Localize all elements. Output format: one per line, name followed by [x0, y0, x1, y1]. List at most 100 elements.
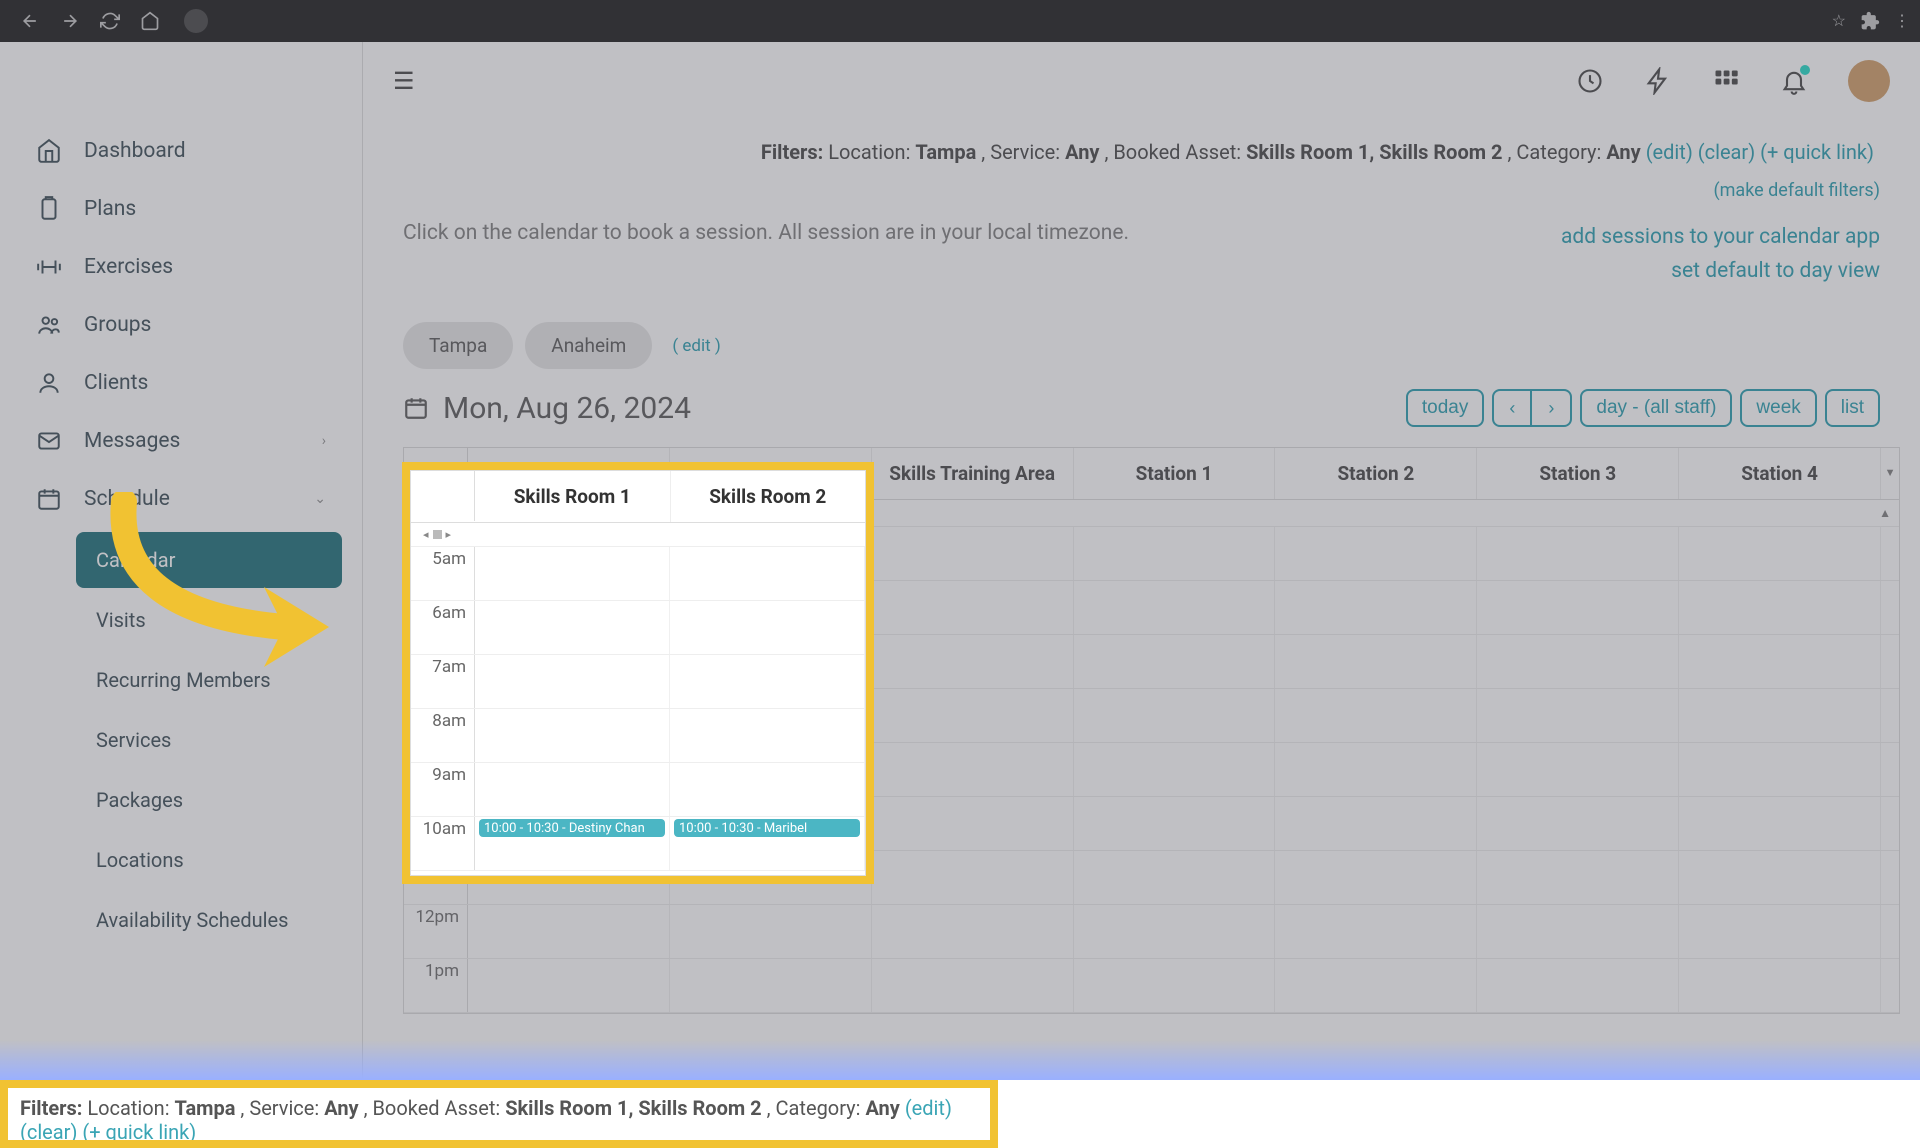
- calendar-cell[interactable]: [1275, 581, 1477, 634]
- make-default-link[interactable]: (make default filters): [363, 174, 1920, 207]
- sidebar-item-plans[interactable]: Plans: [0, 180, 362, 238]
- calendar-cell[interactable]: [1477, 635, 1679, 688]
- calendar-cell[interactable]: [1477, 959, 1679, 1012]
- filters-edit-link[interactable]: (edit): [1646, 140, 1693, 164]
- calendar-cell[interactable]: [1074, 743, 1276, 796]
- sidebar-sub-recurring[interactable]: Recurring Members: [76, 652, 342, 708]
- calendar-cell[interactable]: [1679, 689, 1881, 742]
- calendar-cell[interactable]: [1074, 905, 1276, 958]
- sidebar-item-exercises[interactable]: Exercises: [0, 238, 362, 296]
- sidebar-item-groups[interactable]: Groups: [0, 296, 362, 354]
- sidebar-sub-visits[interactable]: Visits: [76, 592, 342, 648]
- sidebar-sub-locations[interactable]: Locations: [76, 832, 342, 888]
- calendar-cell[interactable]: [1074, 689, 1276, 742]
- calendar-cell[interactable]: [1074, 635, 1276, 688]
- location-tab-tampa[interactable]: Tampa: [403, 322, 513, 369]
- sidebar-sub-services[interactable]: Services: [76, 712, 342, 768]
- filters-edit-link-hl[interactable]: (edit): [905, 1096, 952, 1120]
- calendar-cell[interactable]: [1275, 743, 1477, 796]
- calendar-cell[interactable]: [1074, 959, 1276, 1012]
- reload-icon[interactable]: [100, 11, 120, 31]
- calendar-cell[interactable]: [872, 743, 1074, 796]
- scroll-up-icon[interactable]: ▲: [1879, 506, 1891, 520]
- filters-quick-link-hl[interactable]: (+ quick link): [82, 1120, 196, 1144]
- calendar-cell[interactable]: [872, 581, 1074, 634]
- calendar-row[interactable]: 1pm: [404, 959, 1899, 1013]
- calendar-row[interactable]: 12pm: [404, 905, 1899, 959]
- clock-icon[interactable]: [1576, 67, 1604, 95]
- calendar-cell[interactable]: [670, 905, 872, 958]
- add-sessions-link[interactable]: add sessions to your calendar app: [1561, 221, 1880, 255]
- menu-dots-icon[interactable]: ⋮: [1894, 11, 1910, 31]
- calendar-cell[interactable]: [1275, 527, 1477, 580]
- calendar-cell[interactable]: [1477, 851, 1679, 904]
- list-button[interactable]: list: [1825, 389, 1880, 427]
- apps-grid-icon[interactable]: [1712, 67, 1740, 95]
- sidebar-sub-availability[interactable]: Availability Schedules: [76, 892, 342, 948]
- star-icon[interactable]: ☆: [1832, 11, 1846, 31]
- calendar-cell[interactable]: [872, 797, 1074, 850]
- avatar[interactable]: [1848, 60, 1890, 102]
- today-button[interactable]: today: [1406, 389, 1484, 427]
- site-globe-icon: [184, 9, 208, 33]
- location-tabs-edit[interactable]: ( edit ): [672, 336, 720, 356]
- calendar-cell[interactable]: [1679, 851, 1881, 904]
- sidebar-item-dashboard[interactable]: Dashboard: [0, 122, 362, 180]
- filters-clear-link-hl[interactable]: (clear): [20, 1120, 77, 1144]
- prev-arrow-button[interactable]: ‹: [1492, 389, 1532, 427]
- calendar-cell[interactable]: [872, 635, 1074, 688]
- calendar-cell[interactable]: [1679, 797, 1881, 850]
- calendar-cell[interactable]: [1679, 959, 1881, 1012]
- calendar-cell[interactable]: [1477, 689, 1679, 742]
- calendar-cell[interactable]: [1679, 905, 1881, 958]
- filters-clear-link[interactable]: (clear): [1698, 140, 1755, 164]
- calendar-cell[interactable]: [1477, 527, 1679, 580]
- calendar-cell[interactable]: [1074, 527, 1276, 580]
- calendar-cell[interactable]: [872, 689, 1074, 742]
- filter-location-value: Tampa: [915, 140, 976, 164]
- calendar-cell[interactable]: [468, 905, 670, 958]
- location-tab-anaheim[interactable]: Anaheim: [525, 322, 652, 369]
- calendar-cell[interactable]: [1477, 581, 1679, 634]
- sidebar-item-schedule[interactable]: Schedule ⌄: [0, 470, 362, 528]
- calendar-cell[interactable]: [872, 905, 1074, 958]
- calendar-cell[interactable]: [1275, 905, 1477, 958]
- calendar-cell[interactable]: [1275, 851, 1477, 904]
- calendar-cell[interactable]: [468, 959, 670, 1012]
- bell-icon[interactable]: [1780, 67, 1808, 95]
- calendar-cell[interactable]: [670, 959, 872, 1012]
- calendar-cell[interactable]: [1074, 797, 1276, 850]
- lightning-icon[interactable]: [1644, 67, 1672, 95]
- calendar-cell[interactable]: [1679, 635, 1881, 688]
- next-arrow-button[interactable]: ›: [1532, 389, 1572, 427]
- extensions-icon[interactable]: [1860, 11, 1880, 31]
- column-header: Station 3: [1477, 448, 1679, 499]
- calendar-cell[interactable]: [1679, 581, 1881, 634]
- calendar-cell[interactable]: [1477, 743, 1679, 796]
- calendar-cell[interactable]: [1477, 797, 1679, 850]
- week-button[interactable]: week: [1740, 389, 1816, 427]
- filters-quick-link[interactable]: (+ quick link): [1760, 140, 1874, 164]
- calendar-cell[interactable]: [1275, 797, 1477, 850]
- calendar-cell[interactable]: [1074, 851, 1276, 904]
- calendar-cell[interactable]: [1074, 581, 1276, 634]
- sidebar-sub-packages[interactable]: Packages: [76, 772, 342, 828]
- sidebar-item-clients[interactable]: Clients: [0, 354, 362, 412]
- calendar-cell[interactable]: [1679, 743, 1881, 796]
- calendar-cell[interactable]: [1275, 689, 1477, 742]
- calendar-cell[interactable]: [1477, 905, 1679, 958]
- home-icon[interactable]: [140, 11, 160, 31]
- back-icon[interactable]: [20, 11, 40, 31]
- calendar-cell[interactable]: [872, 851, 1074, 904]
- calendar-cell[interactable]: [872, 959, 1074, 1012]
- forward-icon[interactable]: [60, 11, 80, 31]
- calendar-cell[interactable]: [872, 527, 1074, 580]
- day-all-button[interactable]: day - (all staff): [1580, 389, 1732, 427]
- calendar-cell[interactable]: [1275, 635, 1477, 688]
- set-default-link[interactable]: set default to day view: [1561, 255, 1880, 289]
- hamburger-icon[interactable]: ☰: [393, 67, 415, 95]
- sidebar-sub-calendar[interactable]: Calendar: [76, 532, 342, 588]
- calendar-cell[interactable]: [1275, 959, 1477, 1012]
- sidebar-item-messages[interactable]: Messages ›: [0, 412, 362, 470]
- calendar-cell[interactable]: [1679, 527, 1881, 580]
